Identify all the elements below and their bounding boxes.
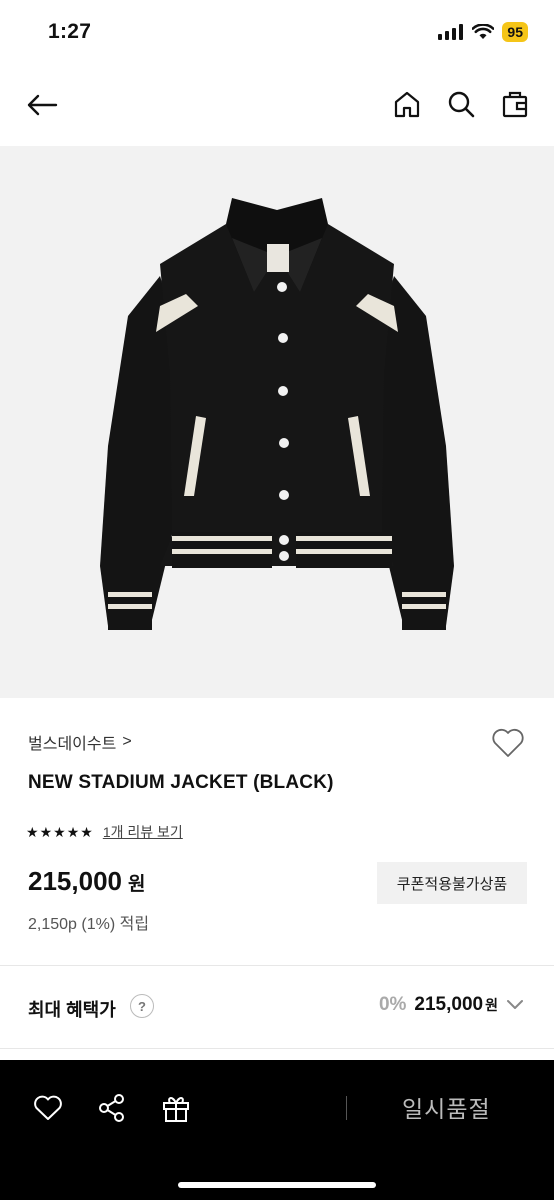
wifi-icon xyxy=(472,24,495,39)
status-bar: 1:27 95 xyxy=(0,0,554,66)
cellular-signal-icon xyxy=(438,24,464,40)
review-link[interactable]: 1개 리뷰 보기 xyxy=(103,822,183,842)
home-icon xyxy=(394,91,420,118)
star-rating: ★ ★ ★ ★ ★ xyxy=(26,824,93,840)
coupon-badge: 쿠폰적용불가상품 xyxy=(377,862,527,904)
top-nav xyxy=(0,66,554,144)
brand-name: 벌스데이수트 xyxy=(28,736,117,753)
share-icon xyxy=(99,1094,124,1122)
star-icon: ★ xyxy=(66,824,80,840)
heart-icon xyxy=(34,1095,62,1120)
divider xyxy=(346,1096,347,1120)
cart-button[interactable] xyxy=(498,86,532,122)
arrow-left-icon xyxy=(27,94,58,116)
brand-link[interactable]: 벌스데이수트 > xyxy=(28,730,132,754)
product-name: NEW STADIUM JACKET (BLACK) xyxy=(28,772,334,793)
benefit-price: 215,000 xyxy=(414,994,484,1015)
wishlist-bottom-button[interactable] xyxy=(30,1090,66,1126)
max-benefit-row[interactable]: 최대 혜택가 ? 0% 215,000 원 xyxy=(0,986,554,1030)
shopping-bag-icon xyxy=(502,91,528,118)
search-button[interactable] xyxy=(444,86,478,122)
price-amount: 215,000 xyxy=(28,866,122,896)
divider xyxy=(0,1048,554,1049)
benefit-unit: 원 xyxy=(485,997,498,1013)
benefit-summary: 0% 215,000 원 xyxy=(379,994,524,1016)
price-unit: 원 xyxy=(127,874,146,895)
heart-icon xyxy=(492,728,524,757)
help-icon[interactable]: ? xyxy=(130,994,154,1018)
benefit-label: 최대 혜택가 xyxy=(28,1000,116,1020)
star-icon: ★ xyxy=(39,824,53,840)
gift-icon xyxy=(163,1097,189,1122)
soldout-button[interactable]: 일시품절 xyxy=(402,1090,491,1124)
rating-row: ★ ★ ★ ★ ★ 1개 리뷰 보기 xyxy=(26,822,183,842)
chevron-right-icon: > xyxy=(122,733,132,750)
gift-button[interactable] xyxy=(158,1090,194,1126)
wishlist-button[interactable] xyxy=(490,726,526,760)
nav-actions xyxy=(390,86,532,122)
jacket-illustration xyxy=(100,198,454,630)
home-button[interactable] xyxy=(390,86,424,122)
points-info: 2,150p (1%) 적립 xyxy=(28,916,150,933)
divider xyxy=(0,965,554,966)
star-icon: ★ xyxy=(53,824,66,840)
bottom-action-bar: 일시품절 xyxy=(0,1060,554,1200)
status-icons: 95 xyxy=(438,22,528,42)
status-time: 1:27 xyxy=(48,20,92,43)
product-image[interactable] xyxy=(0,146,554,698)
price: 215,000 원 xyxy=(28,866,145,897)
star-icon: ★ xyxy=(26,824,39,840)
share-button[interactable] xyxy=(94,1090,130,1126)
back-button[interactable] xyxy=(22,88,62,122)
home-indicator xyxy=(178,1182,376,1188)
chevron-down-icon[interactable] xyxy=(506,999,524,1011)
battery-indicator: 95 xyxy=(502,22,528,42)
search-icon xyxy=(448,91,475,118)
star-icon: ★ xyxy=(80,824,93,840)
benefit-percent: 0% xyxy=(378,994,407,1015)
